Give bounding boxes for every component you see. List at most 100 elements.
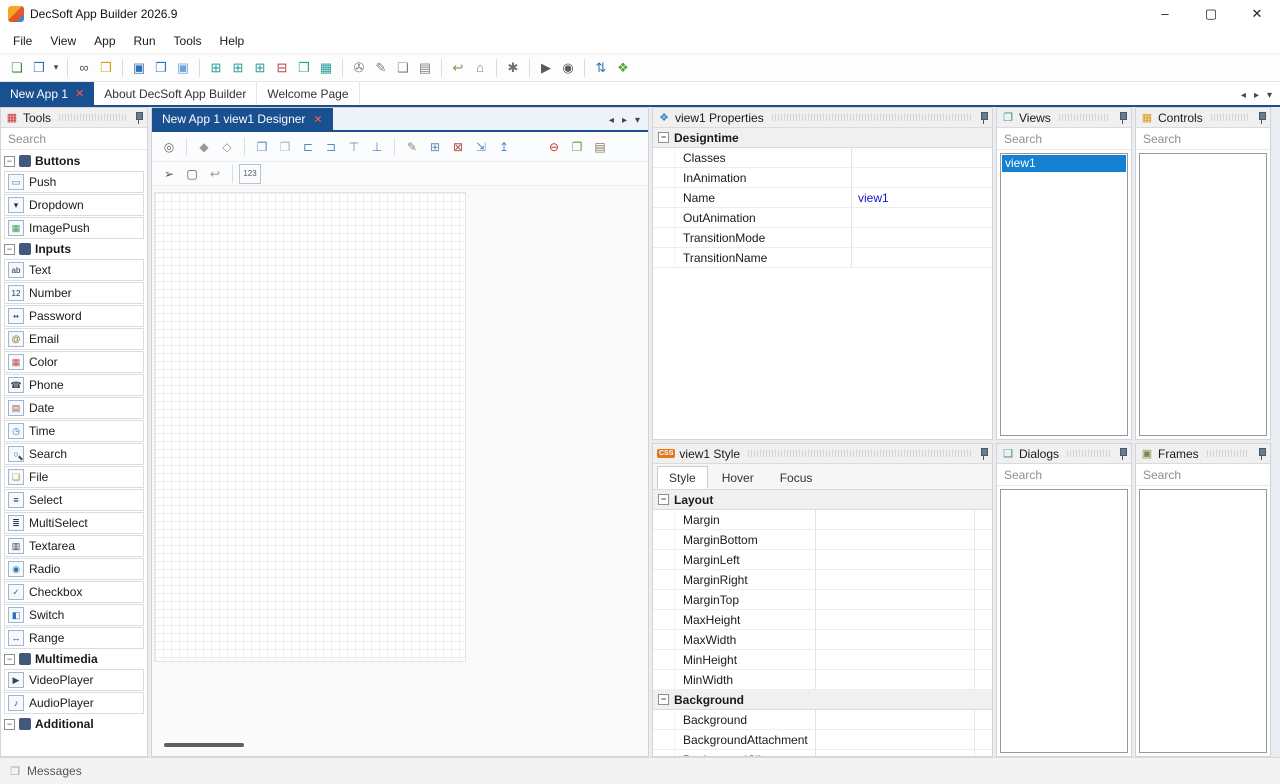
dialogs-panel-header[interactable]: ❑ Dialogs [997,444,1131,464]
tab-scroll-left-icon[interactable]: ◂ [1241,90,1246,101]
horizontal-scrollbar[interactable] [164,743,244,747]
controls-list[interactable] [1139,153,1267,436]
menu-app[interactable]: App [85,28,124,54]
property-value[interactable] [851,248,992,267]
view-list-item-view1[interactable]: view1 [1002,155,1126,172]
frames-panel-header[interactable]: ▣ Frames [1136,444,1270,464]
app-resources-icon[interactable]: ❑ [392,57,414,79]
style-tab-hover[interactable]: Hover [710,466,766,489]
menu-run[interactable]: Run [125,28,165,54]
app-styles-icon[interactable]: ✎ [370,57,392,79]
menu-file[interactable]: File [4,28,41,54]
designer-tab-close-icon[interactable]: ✕ [313,113,322,126]
style-row-maxwidth[interactable]: MaxWidth [653,630,992,650]
remove-control-icon[interactable]: ⊖ [543,137,565,157]
tools-group-buttons[interactable]: − Buttons [1,152,147,170]
tab-new-app-1[interactable]: New App 1 ✕ [0,82,95,105]
frames-search-input[interactable] [1136,464,1270,486]
close-button[interactable]: ✕ [1234,0,1280,28]
edit-style-icon[interactable]: ✎ [401,137,423,157]
property-value[interactable] [851,148,992,167]
tab-scroll-right-icon[interactable]: ▸ [1254,90,1259,101]
style-row-backgroundattachment[interactable]: BackgroundAttachment [653,730,992,750]
style-value[interactable] [815,630,974,649]
tools-group-inputs[interactable]: − Inputs [1,240,147,258]
tool-select[interactable]: ≡ Select [4,489,144,511]
style-row-margintop[interactable]: MarginTop [653,590,992,610]
align-right-icon[interactable]: ⊐ [320,137,342,157]
tools-panel-header[interactable]: ▦ Tools [1,108,147,128]
controls-search-input[interactable] [1136,128,1270,150]
edit-code-icon[interactable]: ⊞ [424,137,446,157]
copy-control-icon[interactable]: ❐ [566,137,588,157]
clear-style-icon[interactable]: ⊠ [447,137,469,157]
tool-time[interactable]: ◷ Time [4,420,144,442]
tool-switch[interactable]: ◧ Switch [4,604,144,626]
tool-number[interactable]: 12 Number [4,282,144,304]
unlock-controls-icon[interactable]: ◇ [216,137,238,157]
pin-icon[interactable] [1257,111,1266,124]
style-row-minwidth[interactable]: MinWidth [653,670,992,690]
section-background[interactable]: − Background [653,690,992,710]
property-row-name[interactable]: Name view1 [653,188,992,208]
style-value[interactable] [815,670,974,689]
property-row-inanimation[interactable]: InAnimation [653,168,992,188]
menu-tools[interactable]: Tools [165,28,211,54]
property-row-transitionname[interactable]: TransitionName [653,248,992,268]
section-layout[interactable]: − Layout [653,490,992,510]
dialogs-list[interactable] [1000,489,1128,753]
style-row-minheight[interactable]: MinHeight [653,650,992,670]
align-left-icon[interactable]: ⊏ [297,137,319,157]
tools-group-multimedia[interactable]: − Multimedia [1,650,147,668]
tool-multiselect[interactable]: ≣ MultiSelect [4,512,144,534]
multiselect-cursor-icon[interactable]: ▢ [181,164,203,184]
style-row-background[interactable]: Background [653,710,992,730]
tool-email[interactable]: @ Email [4,328,144,350]
sort-controls-icon[interactable]: ⇅ [590,57,612,79]
app-notes-icon[interactable]: ▤ [414,57,436,79]
tool-radio[interactable]: ◉ Radio [4,558,144,580]
save-icon[interactable]: ▣ [128,57,150,79]
collapse-icon[interactable]: − [658,494,669,505]
send-back-icon[interactable]: ❐ [274,137,296,157]
design-canvas[interactable] [154,192,466,662]
new-frame-icon[interactable]: ⊞ [249,57,271,79]
tools-group-additional[interactable]: − Additional [1,715,147,733]
new-app-icon[interactable]: ❏ [6,57,28,79]
collapse-icon[interactable]: − [4,155,15,167]
collapse-icon[interactable]: − [4,718,15,730]
collapse-icon[interactable]: − [4,653,15,665]
pin-icon[interactable] [134,111,143,124]
views-list[interactable]: view1 [1000,153,1128,436]
clone-view-icon[interactable]: ❐ [293,57,315,79]
style-value[interactable] [815,730,974,749]
style-value[interactable] [815,570,974,589]
tool-phone[interactable]: ☎ Phone [4,374,144,396]
tool-password[interactable]: •• Password [4,305,144,327]
save-all-icon[interactable]: ❐ [150,57,172,79]
style-value[interactable] [815,710,974,729]
properties-panel-header[interactable]: ❖ view1 Properties [653,108,992,128]
tab-close-icon[interactable]: ✕ [75,87,84,100]
tool-imagepush[interactable]: ▦ ImagePush [4,217,144,239]
style-value[interactable] [815,590,974,609]
app-keys-icon[interactable]: ✇ [348,57,370,79]
abort-app-icon[interactable]: ◉ [557,57,579,79]
menu-view[interactable]: View [41,28,85,54]
style-row-marginbottom[interactable]: MarginBottom [653,530,992,550]
save-as-icon[interactable]: ▣ [172,57,194,79]
property-row-classes[interactable]: Classes [653,148,992,168]
tools-options-icon[interactable]: ✱ [502,57,524,79]
new-dialog-icon[interactable]: ⊞ [227,57,249,79]
designer-scroll-right-icon[interactable]: ▸ [622,115,627,126]
align-bottom-icon[interactable]: ⊥ [366,137,388,157]
paste-control-icon[interactable]: ▤ [589,137,611,157]
tool-checkbox[interactable]: ✓ Checkbox [4,581,144,603]
pin-icon[interactable] [1118,447,1127,460]
tool-push[interactable]: ▭ Push [4,171,144,193]
style-tab-focus[interactable]: Focus [768,466,825,489]
pin-icon[interactable] [979,111,988,124]
views-list-icon[interactable]: ▦ [315,57,337,79]
style-row-marginright[interactable]: MarginRight [653,570,992,590]
style-value[interactable] [815,510,974,529]
